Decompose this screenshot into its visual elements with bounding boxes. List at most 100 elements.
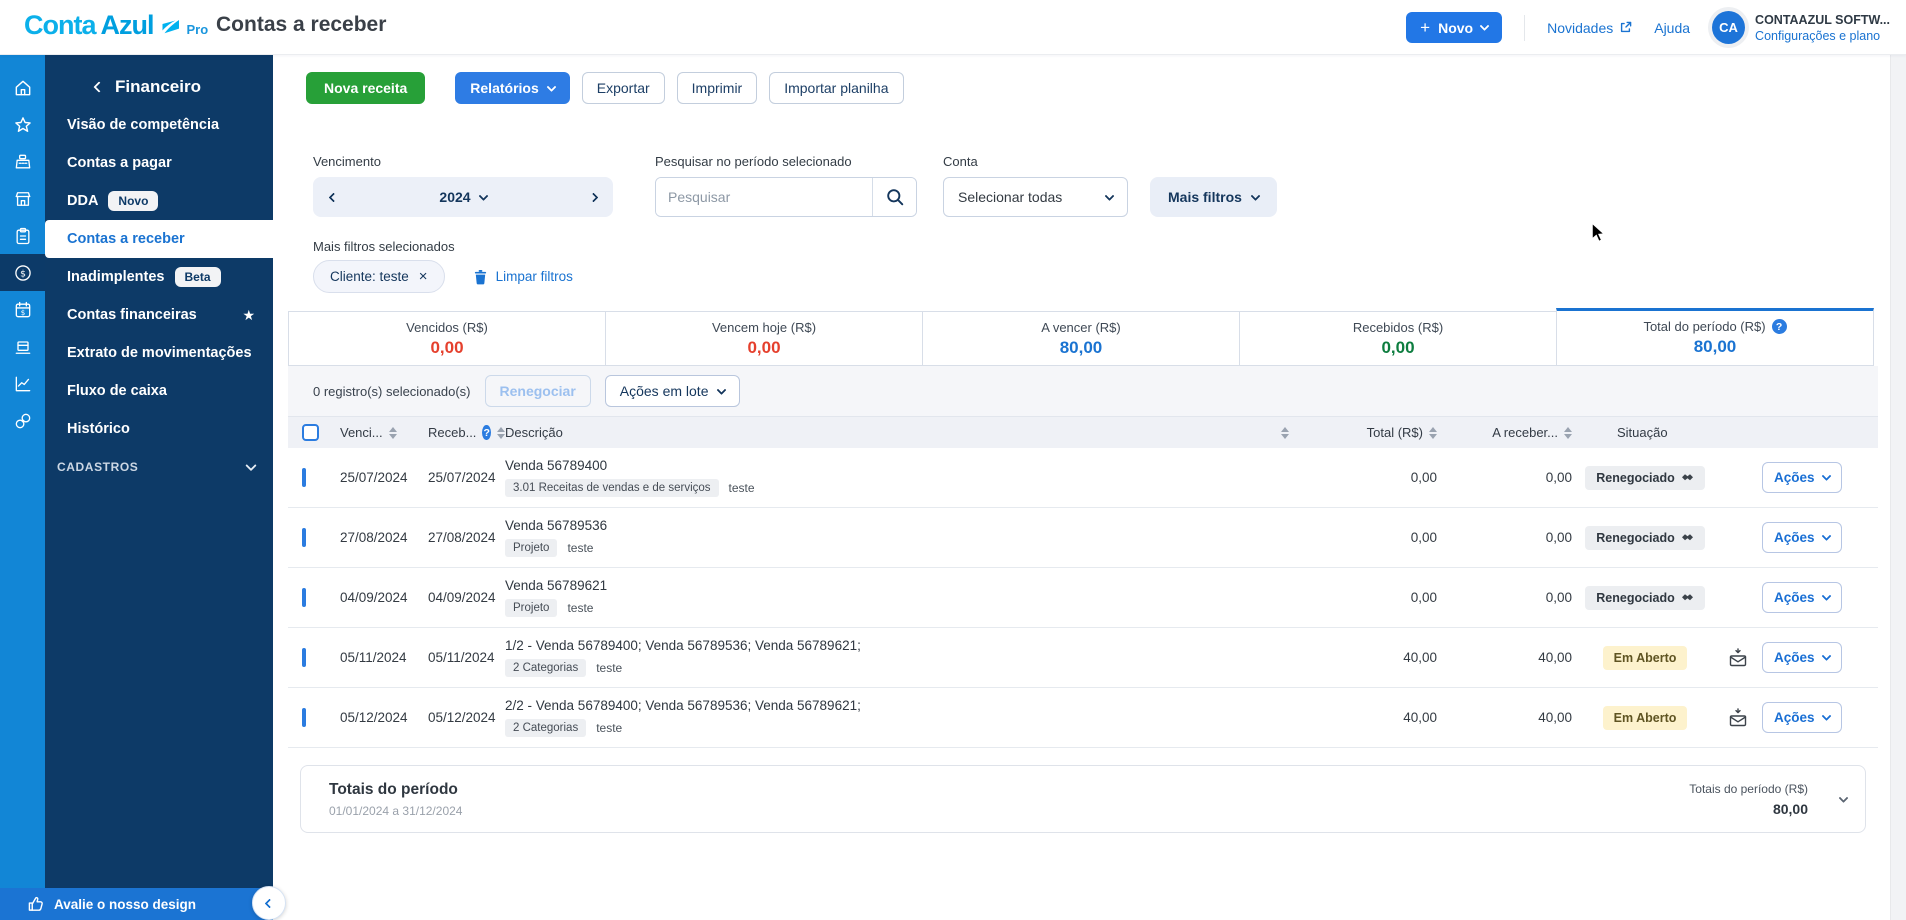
- cell-descricao[interactable]: Venda 56789400: [505, 458, 1295, 473]
- cell-descricao[interactable]: Venda 56789536: [505, 518, 1295, 533]
- account-menu[interactable]: CA CONTAAZUL SOFTW... Configurações e pl…: [1712, 11, 1890, 44]
- novidades-link[interactable]: Novidades: [1547, 20, 1632, 36]
- period-selector: 2024: [313, 177, 613, 217]
- cadastros-label: CADASTROS: [57, 460, 139, 474]
- row-checkbox[interactable]: [302, 468, 306, 487]
- sidebar-item[interactable]: Inadimplentes Beta: [45, 258, 273, 296]
- imprimir-button[interactable]: Imprimir: [676, 72, 758, 104]
- favorite-star-icon[interactable]: ★: [242, 307, 255, 324]
- conta-select[interactable]: Selecionar todas: [943, 177, 1128, 217]
- row-checkbox[interactable]: [302, 528, 306, 547]
- delivery-box-icon[interactable]: [0, 328, 45, 365]
- sidebar-item-cadastros[interactable]: CADASTROS: [45, 456, 273, 478]
- envelope-icon[interactable]: [1728, 647, 1748, 668]
- acoes-button[interactable]: Ações: [1762, 522, 1842, 553]
- summary-card[interactable]: Vencidos (R$) 0,00: [288, 311, 606, 366]
- home-icon[interactable]: [0, 69, 45, 106]
- next-period-button[interactable]: [573, 177, 613, 217]
- conta-label: Conta: [943, 154, 978, 169]
- sort-a-receber[interactable]: [1564, 426, 1572, 439]
- clipboard-icon[interactable]: [0, 217, 45, 254]
- search-input[interactable]: [656, 178, 872, 216]
- toolbar: Nova receita Relatórios Exportar Imprimi…: [306, 72, 1878, 104]
- trash-icon: [474, 269, 486, 284]
- acoes-button[interactable]: Ações: [1762, 702, 1842, 733]
- summary-card[interactable]: Vencem hoje (R$) 0,00: [605, 311, 923, 366]
- handshake-icon: [1681, 534, 1693, 541]
- chart-line-icon[interactable]: [0, 365, 45, 402]
- star-icon[interactable]: [0, 106, 45, 143]
- importar-planilha-button[interactable]: Importar planilha: [769, 72, 904, 104]
- sidebar-item[interactable]: Histórico: [45, 410, 273, 448]
- cell-a-receber: 0,00: [1545, 530, 1572, 545]
- acoes-em-lote-button[interactable]: Ações em lote: [604, 375, 741, 407]
- select-all-checkbox[interactable]: [302, 424, 319, 441]
- collapse-sidebar-button[interactable]: [252, 886, 286, 920]
- sidebar-item[interactable]: Fluxo de caixa: [45, 372, 273, 410]
- account-name: CONTAAZUL SOFTW...: [1755, 12, 1890, 27]
- help-icon[interactable]: ?: [482, 425, 491, 440]
- cash-register-icon[interactable]: [0, 143, 45, 180]
- ajuda-link[interactable]: Ajuda: [1654, 20, 1690, 36]
- envelope-icon[interactable]: [1728, 707, 1748, 728]
- sort-vencimento[interactable]: [388, 426, 397, 439]
- nova-receita-button[interactable]: Nova receita: [306, 72, 426, 104]
- summary-card[interactable]: Recebidos (R$) 0,00: [1239, 311, 1557, 366]
- cell-descricao[interactable]: 2/2 - Venda 56789400; Venda 56789536; Ve…: [505, 698, 1295, 713]
- cell-descricao[interactable]: 1/2 - Venda 56789400; Venda 56789536; Ve…: [505, 638, 1295, 653]
- previous-period-button[interactable]: [313, 177, 353, 217]
- summary-card[interactable]: A vencer (R$) 80,00: [922, 311, 1240, 366]
- scrollbar-track[interactable]: [1890, 55, 1906, 920]
- cell-descricao[interactable]: Venda 56789621: [505, 578, 1295, 593]
- store-icon[interactable]: [0, 180, 45, 217]
- table-row: 05/11/2024 05/11/2024 1/2 - Venda 567894…: [288, 628, 1878, 688]
- search-button[interactable]: [872, 178, 916, 216]
- renegociar-button[interactable]: Renegociar: [484, 375, 591, 407]
- filter-chip-cliente[interactable]: Cliente: teste ×: [313, 260, 445, 293]
- client-tag: teste: [596, 721, 623, 735]
- novo-label: Novo: [1438, 19, 1474, 36]
- acoes-button[interactable]: Ações: [1762, 462, 1842, 493]
- exportar-button[interactable]: Exportar: [581, 72, 665, 104]
- sidebar-item[interactable]: DDA Novo: [45, 182, 273, 220]
- cell-vencimento: 25/07/2024: [340, 470, 408, 485]
- row-checkbox[interactable]: [302, 588, 306, 607]
- chevron-down-icon: [717, 384, 727, 395]
- contaazul-logo[interactable]: Conta Azul Pro: [24, 10, 208, 41]
- account-settings-link[interactable]: Configurações e plano: [1755, 29, 1890, 43]
- sidebar-back[interactable]: Financeiro: [45, 55, 273, 97]
- relatorios-button[interactable]: Relatórios: [455, 72, 570, 104]
- help-icon[interactable]: ?: [1771, 319, 1787, 334]
- logo-text-azul: Azul: [100, 10, 155, 40]
- selected-count-text: 0 registro(s) selecionado(s): [313, 383, 471, 399]
- sidebar-item[interactable]: Visão de competência: [45, 106, 273, 144]
- link-icon[interactable]: [0, 402, 45, 439]
- sort-total[interactable]: [1429, 426, 1437, 439]
- cell-a-receber: 40,00: [1538, 650, 1572, 665]
- sort-descricao[interactable]: [1281, 426, 1289, 439]
- sidebar-item[interactable]: Contas a pagar: [45, 144, 273, 182]
- sort-recebimento[interactable]: [497, 426, 505, 439]
- limpar-filtros-link[interactable]: Limpar filtros: [473, 269, 573, 285]
- row-checkbox[interactable]: [302, 708, 306, 727]
- remove-chip-icon[interactable]: ×: [419, 268, 428, 285]
- mais-filtros-button[interactable]: Mais filtros: [1150, 177, 1277, 217]
- handshake-icon: [1681, 594, 1693, 601]
- coin-icon[interactable]: $: [0, 254, 45, 291]
- calendar-money-icon[interactable]: $: [0, 291, 45, 328]
- limpar-filtros-label: Limpar filtros: [495, 269, 573, 284]
- sidebar-item[interactable]: Extrato de movimentações: [45, 334, 273, 372]
- sidebar-item[interactable]: Contas financeiras ★: [45, 296, 273, 334]
- acoes-button[interactable]: Ações: [1762, 642, 1842, 673]
- chevron-down-icon: [245, 459, 257, 472]
- conta-select-value: Selecionar todas: [958, 189, 1063, 205]
- rate-design-bar[interactable]: Avalie o nosso design: [0, 886, 286, 920]
- summary-card[interactable]: Total do período (R$) ? 80,00: [1556, 308, 1874, 366]
- row-checkbox[interactable]: [302, 648, 306, 667]
- year-dropdown[interactable]: 2024: [353, 189, 573, 205]
- acoes-button[interactable]: Ações: [1762, 582, 1842, 613]
- sidebar-item[interactable]: Contas a receber: [45, 220, 273, 258]
- status-label: Em Aberto: [1613, 710, 1677, 725]
- novo-button[interactable]: + Novo: [1406, 12, 1503, 43]
- expand-totals-icon[interactable]: [1838, 792, 1849, 803]
